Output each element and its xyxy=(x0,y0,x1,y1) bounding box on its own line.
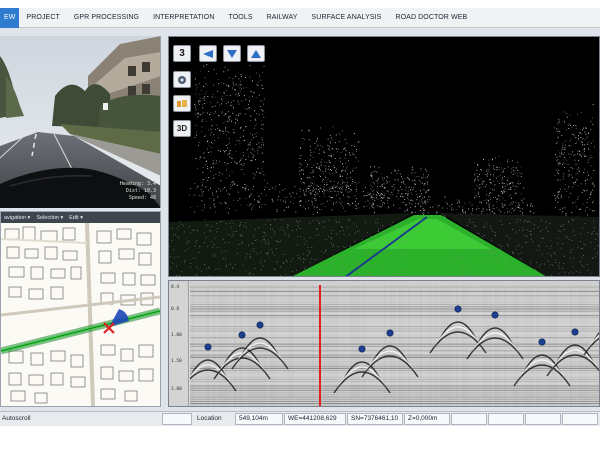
location-value: 549,104m xyxy=(235,413,283,425)
camera-heading-text: Heading: 3.4 xyxy=(119,181,156,187)
view-3d-button[interactable]: 3D xyxy=(173,120,191,137)
map-navigation-menu[interactable]: avigation ▾ xyxy=(1,215,33,221)
status-empty-cell xyxy=(525,413,561,425)
menu-tools[interactable]: TOOLS xyxy=(221,8,259,28)
status-bar: Autoscroll Location 549,104m WE=441208,6… xyxy=(0,411,600,426)
map-canvas[interactable] xyxy=(1,223,160,406)
view-mode-3-button[interactable]: 3 xyxy=(173,45,191,62)
gpr-depth-axis: 0.4 0.8 1.00 1.50 2.00 xyxy=(169,281,189,406)
menu-interpretation[interactable]: INTERPRETATION xyxy=(146,8,221,28)
status-empty-cell xyxy=(562,413,598,425)
camera-down-icon[interactable] xyxy=(223,45,241,62)
menu-road-doctor-web[interactable]: ROAD DOCTOR WEB xyxy=(388,8,474,28)
status-empty-cell xyxy=(162,413,192,425)
gpr-tick-label: 0.4 xyxy=(171,285,180,290)
menu-view[interactable]: EW xyxy=(0,8,20,28)
orbit-icon[interactable] xyxy=(173,71,191,88)
location-label: Location xyxy=(197,415,222,422)
map-selection-menu[interactable]: Selection ▾ xyxy=(33,215,66,221)
gpr-tick-label: 0.8 xyxy=(171,307,180,312)
map-panel[interactable]: avigation ▾ Selection ▾ Edit ▾ xyxy=(0,211,161,407)
gpr-target-marker xyxy=(571,328,579,336)
status-empty-cell xyxy=(488,413,524,425)
gpr-target-marker xyxy=(256,321,264,329)
menu-surface-analysis[interactable]: SURFACE ANALYSIS xyxy=(305,8,389,28)
camera-view-panel[interactable]: Heading: 3.4 Dist: 10.3 Speed: 48 xyxy=(0,36,161,208)
status-empty-cell xyxy=(451,413,487,425)
radargram-canvas[interactable] xyxy=(190,281,600,406)
gpr-target-marker xyxy=(538,338,546,346)
gpr-tick-label: 2.00 xyxy=(171,387,182,392)
sn-coordinate: SN=7376461,10 xyxy=(347,413,403,425)
layers-icon[interactable] xyxy=(173,95,191,112)
menu-railway[interactable]: RAILWAY xyxy=(260,8,305,28)
menu-project[interactable]: PROJECT xyxy=(19,8,66,28)
gpr-target-marker xyxy=(491,311,499,319)
point-cloud-3d-view[interactable]: 3 3D xyxy=(168,36,600,277)
gpr-target-marker xyxy=(454,305,462,313)
camera-speed-text: Speed: 48 xyxy=(128,195,156,201)
menu-gpr-processing[interactable]: GPR PROCESSING xyxy=(67,8,146,28)
gpr-target-marker xyxy=(358,345,366,353)
gpr-tick-label: 1.50 xyxy=(171,359,182,364)
map-edit-menu[interactable]: Edit ▾ xyxy=(66,215,86,221)
gpr-tick-label: 1.00 xyxy=(171,333,182,338)
camera-distance-text: Dist: 10.3 xyxy=(125,188,156,194)
gpr-target-marker xyxy=(238,331,246,339)
application-window: EW PROJECT GPR PROCESSING INTERPRETATION… xyxy=(0,8,600,426)
point-cloud-canvas[interactable] xyxy=(169,37,600,277)
gpr-radargram-panel[interactable]: 0.4 0.8 1.00 1.50 2.00 xyxy=(168,280,600,407)
map-toolbar: avigation ▾ Selection ▾ Edit ▾ xyxy=(1,212,160,223)
camera-left-icon[interactable] xyxy=(199,45,217,62)
we-coordinate: WE=441208,629 xyxy=(284,413,346,425)
camera-up-icon[interactable] xyxy=(247,45,265,62)
gpr-target-marker xyxy=(204,343,212,351)
menu-bar: EW PROJECT GPR PROCESSING INTERPRETATION… xyxy=(0,8,600,28)
autoscroll-toggle[interactable]: Autoscroll xyxy=(2,413,31,425)
z-coordinate: Z=0,000m xyxy=(404,413,450,425)
gpr-target-marker xyxy=(386,329,394,337)
